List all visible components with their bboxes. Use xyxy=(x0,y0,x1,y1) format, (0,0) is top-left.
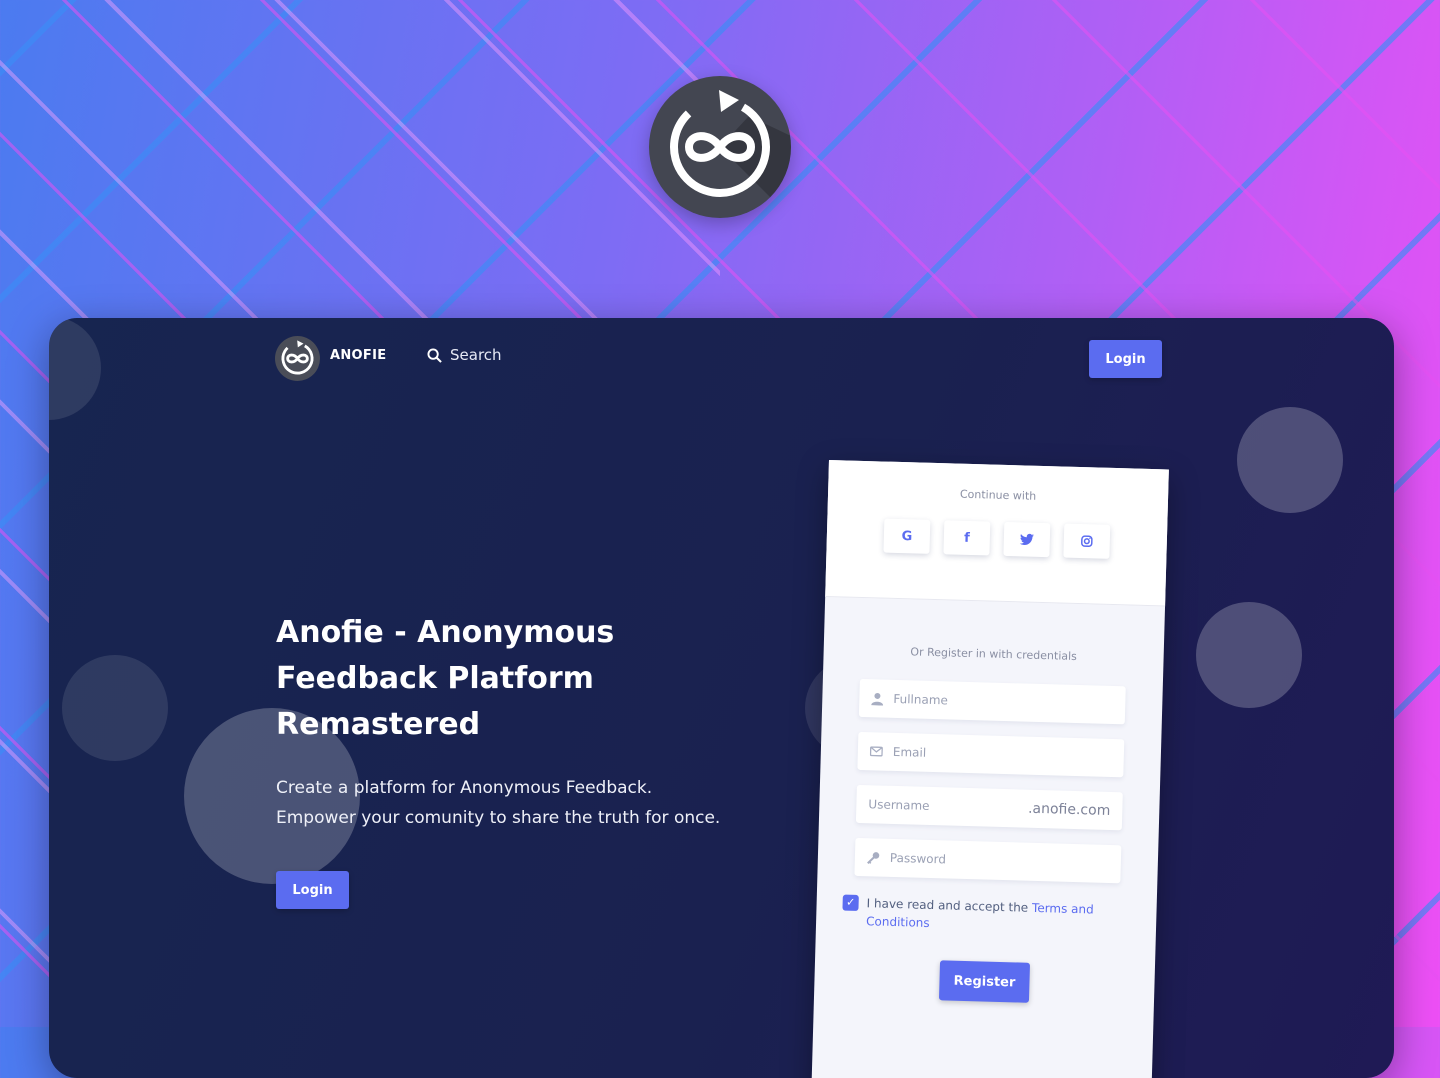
search-icon xyxy=(427,347,442,363)
username-placeholder: Username xyxy=(868,797,930,813)
nav-login-button[interactable]: Login xyxy=(1089,340,1162,378)
terms-row: ✓ I have read and accept the Terms and C… xyxy=(842,894,1103,937)
or-register-label: Or Register in with credentials xyxy=(910,645,1078,663)
facebook-icon: f xyxy=(963,530,970,546)
page-title: Anofie - Anonymous Feedback Platform Rem… xyxy=(276,615,615,742)
register-card: Continue with G f Or Register in with cr… xyxy=(811,460,1169,1078)
facebook-button[interactable]: f xyxy=(943,520,991,556)
subtitle-line: Create a platform for Anonymous Feedback… xyxy=(276,778,653,798)
register-button[interactable]: Register xyxy=(938,960,1031,1003)
terms-label: I have read and accept the Terms and Con… xyxy=(866,894,1103,937)
page-subtitle: Create a platform for Anonymous Feedback… xyxy=(276,773,756,833)
decor-bubble xyxy=(49,318,101,420)
hero-login-button[interactable]: Login xyxy=(276,871,349,909)
user-icon xyxy=(871,692,884,706)
username-domain-suffix: .anofie.com xyxy=(1027,800,1111,819)
terms-checkbox[interactable]: ✓ xyxy=(842,894,859,911)
decor-bubble xyxy=(1237,407,1343,513)
brand-name[interactable]: ANOFIE xyxy=(330,348,386,363)
app-logo-icon xyxy=(649,76,791,218)
email-field[interactable]: Email xyxy=(857,731,1125,778)
twitter-icon xyxy=(1019,533,1034,546)
instagram-icon xyxy=(1081,535,1093,548)
google-icon: G xyxy=(901,528,913,544)
password-placeholder: Password xyxy=(889,850,947,867)
email-placeholder: Email xyxy=(892,744,927,760)
social-login-section: Continue with G f xyxy=(825,460,1169,607)
terms-text: I have read and accept the xyxy=(866,896,1029,915)
fullname-field[interactable]: Fullname xyxy=(858,678,1126,725)
social-buttons: G f xyxy=(883,518,1111,559)
decor-bubble xyxy=(1196,602,1302,708)
continue-with-label: Continue with xyxy=(959,487,1037,503)
fullname-placeholder: Fullname xyxy=(893,691,949,708)
search-link[interactable]: Search xyxy=(427,346,502,364)
google-button[interactable]: G xyxy=(883,518,931,554)
username-field[interactable]: Username .anofie.com xyxy=(855,784,1123,831)
app-window: ANOFIE Search Login Anofie - Anonymous F… xyxy=(49,318,1394,1078)
envelope-icon xyxy=(869,746,883,757)
nav-logo-icon[interactable] xyxy=(275,336,320,381)
key-icon xyxy=(867,851,880,864)
password-field[interactable]: Password xyxy=(854,837,1122,884)
decor-bubble xyxy=(62,655,168,761)
subtitle-line: Empower your comunity to share the truth… xyxy=(276,808,721,828)
search-label: Search xyxy=(450,346,502,364)
instagram-button[interactable] xyxy=(1063,523,1111,559)
twitter-button[interactable] xyxy=(1003,521,1051,558)
